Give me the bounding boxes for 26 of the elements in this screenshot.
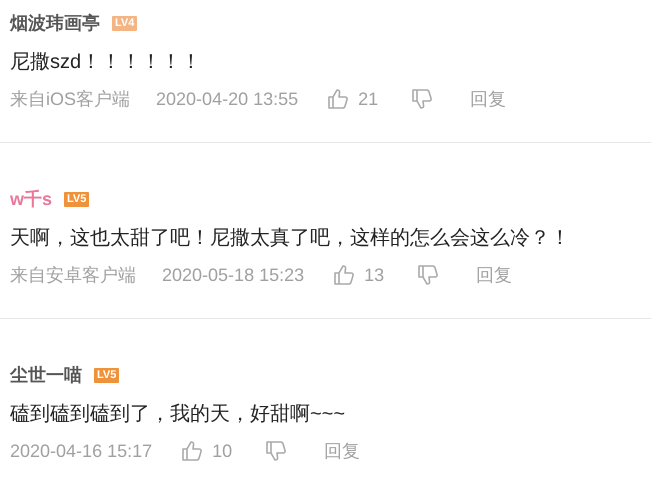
like-count: 13 <box>364 264 384 286</box>
reply-button[interactable]: 回复 <box>324 438 360 464</box>
source-label: 来自安卓客户端 <box>10 264 136 286</box>
level-badge: LV4 <box>112 16 138 30</box>
reply-button[interactable]: 回复 <box>470 86 506 112</box>
like-count: 21 <box>358 88 378 110</box>
thumbs-up-icon[interactable] <box>332 263 356 287</box>
comment-text: 磕到磕到磕到了，我的天，好甜啊~~~ <box>10 402 346 427</box>
source-label: 来自iOS客户端 <box>10 88 130 110</box>
thumbs-down-icon[interactable] <box>264 439 288 463</box>
username[interactable]: w千s <box>10 186 52 212</box>
level-badge: LV5 <box>94 368 120 382</box>
timestamp: 2020-04-20 13:55 <box>156 88 298 110</box>
comment-text: 天啊，这也太甜了吧！尼撒太真了吧，这样的怎么会这么冷？！ <box>10 226 571 251</box>
timestamp: 2020-05-18 15:23 <box>162 264 304 286</box>
username[interactable]: 烟波玮画亭 <box>10 10 100 36</box>
thumbs-up-icon[interactable] <box>326 87 350 111</box>
thumbs-down-icon[interactable] <box>416 263 440 287</box>
reply-button[interactable]: 回复 <box>476 262 512 288</box>
level-badge: LV5 <box>64 192 90 206</box>
like-count: 10 <box>212 440 232 462</box>
thumbs-up-icon[interactable] <box>180 439 204 463</box>
username[interactable]: 尘世一喵 <box>10 362 82 388</box>
thumbs-down-icon[interactable] <box>410 87 434 111</box>
comment-text: 尼撒szd！！！！！！ <box>10 50 202 75</box>
timestamp: 2020-04-16 15:17 <box>10 440 152 462</box>
